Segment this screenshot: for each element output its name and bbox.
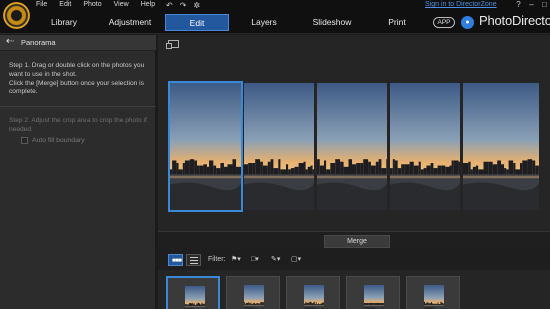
- thumbnail-2[interactable]: [226, 276, 280, 309]
- tab-print[interactable]: Print: [377, 14, 417, 31]
- view-toggle-icon[interactable]: [166, 40, 179, 49]
- menu-view[interactable]: View: [114, 1, 129, 12]
- back-arrow-icon[interactable]: ⇠: [6, 36, 14, 47]
- tab-edit[interactable]: Edit: [165, 14, 229, 31]
- menu-edit[interactable]: Edit: [59, 1, 71, 12]
- panel-header: ⇠ Panorama: [0, 35, 156, 51]
- title-bar: File Edit Photo View Help ↶ ↷ ✲ Sign in …: [0, 0, 550, 34]
- redo-icon[interactable]: ↷: [180, 1, 187, 10]
- maximize-icon[interactable]: □: [538, 0, 550, 9]
- settings-icon[interactable]: ✲: [193, 1, 200, 10]
- undo-icon[interactable]: ↶: [166, 1, 173, 10]
- help-icon[interactable]: ?: [512, 0, 525, 9]
- thumbnail-strip: [158, 270, 550, 309]
- panel-divider: [0, 106, 156, 107]
- merge-bar: Merge: [158, 231, 550, 250]
- signin-link[interactable]: Sign in to DirectorZone: [425, 1, 497, 8]
- frame-filter-icon[interactable]: □▾: [251, 255, 259, 265]
- merge-button[interactable]: Merge: [324, 235, 390, 248]
- app-logo-icon[interactable]: [3, 2, 30, 29]
- panorama-strip: [168, 81, 542, 212]
- panorama-frame-3[interactable]: [317, 83, 387, 210]
- tab-layers[interactable]: Layers: [242, 14, 286, 31]
- thumbnail-view-icon[interactable]: ■■■: [168, 254, 183, 266]
- panel-title: Panorama: [21, 38, 56, 47]
- filter-bar: ■■■ Filter: ⚑▾ □▾ ✎▾ ▢▾: [158, 250, 550, 270]
- autofill-option[interactable]: Auto fill boundary: [21, 137, 85, 144]
- thumbnail-image: [304, 285, 324, 309]
- panorama-frame-4[interactable]: [390, 83, 460, 210]
- thumbnail-image: [364, 285, 384, 309]
- panorama-frame-5[interactable]: [463, 83, 539, 210]
- list-view-icon[interactable]: [186, 254, 201, 266]
- undo-redo-group: ↶ ↷ ✲: [166, 1, 207, 10]
- step2-instructions: Step 2. Adjust the crop area to crop the…: [9, 117, 147, 133]
- color-filter-icon[interactable]: ▢▾: [291, 255, 301, 265]
- tab-slideshow[interactable]: Slideshow: [304, 14, 360, 31]
- panorama-frame-1[interactable]: [168, 81, 243, 212]
- menu-help[interactable]: Help: [141, 1, 155, 12]
- notification-bell-icon[interactable]: ●: [461, 16, 474, 29]
- panorama-panel: ⇠ Panorama Step 1. Drag or double click …: [0, 35, 156, 309]
- autofill-checkbox[interactable]: [21, 137, 28, 144]
- thumbnail-image: [185, 286, 205, 309]
- tab-adjustment[interactable]: Adjustment: [104, 14, 156, 31]
- menu-bar: File Edit Photo View Help: [36, 1, 167, 12]
- thumbnail-1[interactable]: [166, 276, 220, 309]
- autofill-label: Auto fill boundary: [32, 137, 85, 144]
- step1-instructions: Step 1. Drag or double click on the phot…: [9, 62, 145, 96]
- thumbnail-4[interactable]: [346, 276, 400, 309]
- panorama-frame-2[interactable]: [244, 83, 314, 210]
- app-badge-button[interactable]: APP: [433, 17, 455, 28]
- flag-filter-icon[interactable]: ⚑▾: [231, 255, 241, 265]
- tab-library[interactable]: Library: [38, 14, 90, 31]
- menu-file[interactable]: File: [36, 1, 47, 12]
- minimize-icon[interactable]: –: [525, 0, 538, 9]
- filter-label: Filter:: [208, 256, 226, 263]
- thumbnail-image: [244, 285, 264, 309]
- window-controls: ? – □: [512, 0, 550, 9]
- panorama-workspace: [158, 35, 550, 231]
- thumbnail-image: [424, 285, 444, 309]
- edit-filter-icon[interactable]: ✎▾: [271, 255, 280, 265]
- brand-name: PhotoDirector: [479, 13, 550, 28]
- thumbnail-3[interactable]: [286, 276, 340, 309]
- thumbnail-5[interactable]: [406, 276, 460, 309]
- menu-photo[interactable]: Photo: [83, 1, 101, 12]
